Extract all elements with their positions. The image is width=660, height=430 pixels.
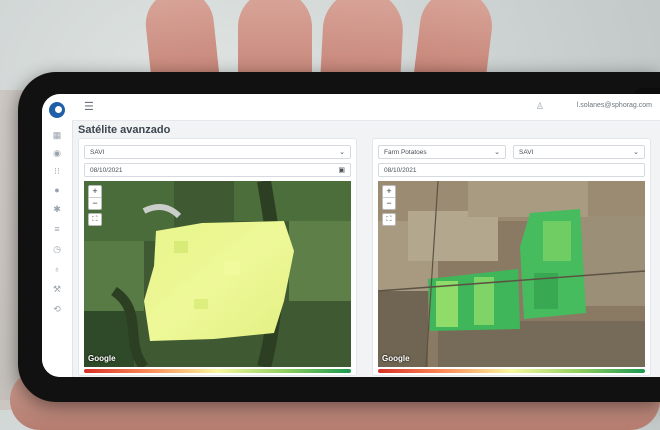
sprout-icon[interactable]: ✱ <box>51 204 63 214</box>
pin-icon[interactable]: ♁ <box>51 264 63 274</box>
satellite-map[interactable]: + − ⛶ Google <box>378 181 645 367</box>
map-attribution: Google <box>88 354 116 363</box>
user-email[interactable]: l.solanes@sphorag.com <box>577 102 652 109</box>
zoom-in-button[interactable]: + <box>89 186 101 198</box>
tractor-icon[interactable]: ⚒ <box>51 284 63 294</box>
field-select-value: Farm Potatoes <box>384 149 427 156</box>
zoom-control: + − <box>382 185 396 210</box>
index-select-value: SAVI <box>519 149 534 156</box>
map-attribution: Google <box>382 354 410 363</box>
date-input[interactable]: 08/10/2021 ▣ <box>84 163 351 177</box>
map-panel-right: Farm Potatoes ⌄ SAVI ⌄ 08/10/2021 + − ⛶ … <box>372 138 651 376</box>
zoom-out-button[interactable]: − <box>383 198 395 209</box>
clock-icon[interactable]: ◷ <box>51 244 63 254</box>
map-panel-left: SAVI ⌄ 08/10/2021 ▣ + − ⛶ Google <box>78 138 357 376</box>
field-select[interactable]: Farm Potatoes ⌄ <box>378 145 506 159</box>
date-value: 08/10/2021 <box>384 167 417 174</box>
map-imagery <box>84 181 351 367</box>
user-icon[interactable]: ♙ <box>536 101 544 112</box>
index-select[interactable]: SAVI ⌄ <box>513 145 645 159</box>
page-title: Satélite avanzado <box>78 124 171 136</box>
map-imagery <box>378 181 645 367</box>
index-select[interactable]: SAVI ⌄ <box>84 145 351 159</box>
grid-icon[interactable]: ▦ <box>51 130 63 140</box>
filter-icon[interactable]: ⁝⁝ <box>51 166 63 176</box>
index-color-scale <box>84 369 351 373</box>
sidebar: ▦ ◉ ⁝⁝ ● ✱ ≡ ◷ ♁ ⚒ ⟲ <box>42 94 73 377</box>
zoom-in-button[interactable]: + <box>383 186 395 198</box>
link-icon[interactable]: ⟲ <box>51 304 63 314</box>
menu-icon[interactable]: ☰ <box>84 102 94 113</box>
chevron-down-icon: ⌄ <box>494 149 500 156</box>
fullscreen-button[interactable]: ⛶ <box>382 213 396 226</box>
layers-icon[interactable]: ◉ <box>51 148 63 158</box>
date-value: 08/10/2021 <box>90 167 123 174</box>
chevron-down-icon: ⌄ <box>339 149 345 156</box>
zoom-control: + − <box>88 185 102 210</box>
date-input[interactable]: 08/10/2021 <box>378 163 645 177</box>
chevron-down-icon: ⌄ <box>633 149 639 156</box>
satellite-map[interactable]: + − ⛶ Google <box>84 181 351 367</box>
drop-icon[interactable]: ● <box>51 185 63 195</box>
app-screen: ▦ ◉ ⁝⁝ ● ✱ ≡ ◷ ♁ ⚒ ⟲ ☰ ♙ l.solanes@sphor… <box>42 94 660 377</box>
zoom-out-button[interactable]: − <box>89 198 101 209</box>
index-color-scale <box>378 369 645 373</box>
index-select-value: SAVI <box>90 149 105 156</box>
fullscreen-button[interactable]: ⛶ <box>88 213 102 226</box>
top-bar: ☰ ♙ l.solanes@sphorag.com <box>72 94 660 121</box>
calendar-icon[interactable]: ▣ <box>338 164 345 178</box>
app-logo-icon[interactable] <box>49 102 65 118</box>
list-icon[interactable]: ≡ <box>51 224 63 234</box>
